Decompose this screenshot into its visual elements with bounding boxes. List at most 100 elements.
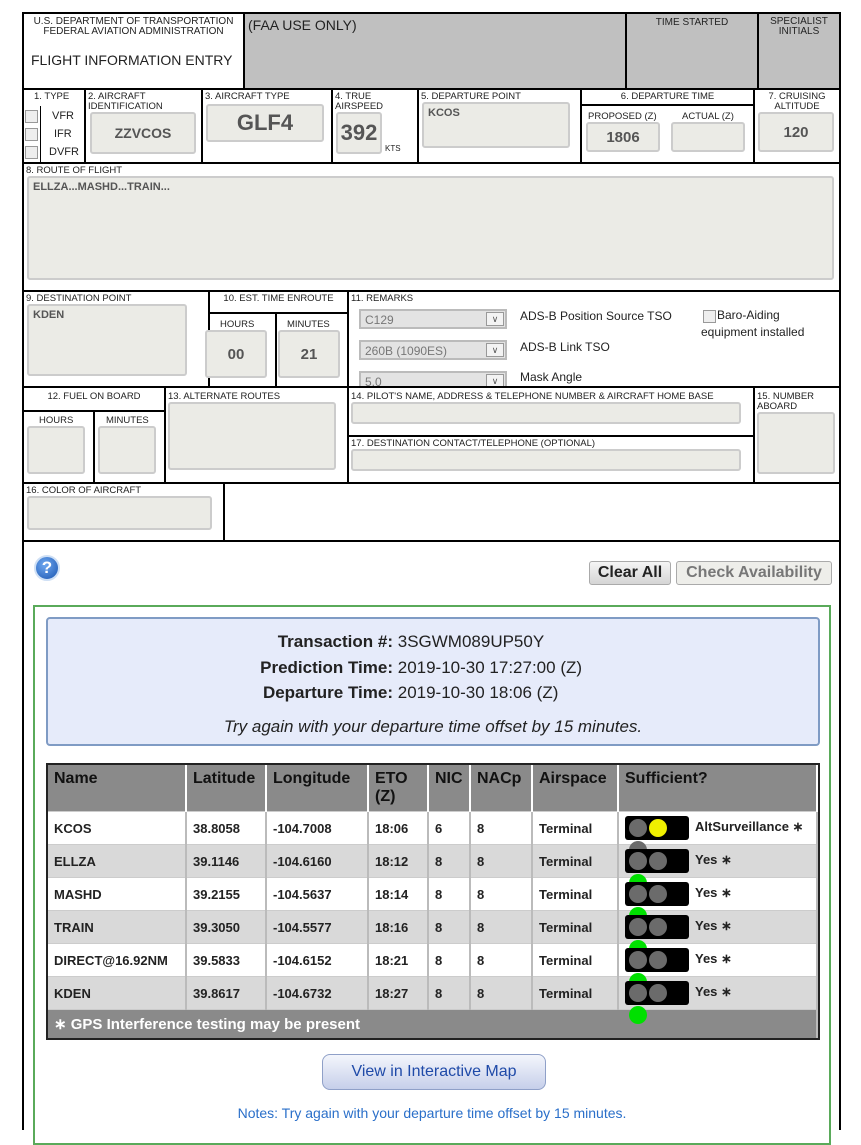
light-lamp — [649, 984, 667, 1002]
destination-input[interactable]: KDEN — [27, 304, 187, 376]
color-input[interactable] — [27, 496, 212, 530]
prediction-label: Prediction Time: — [260, 657, 393, 677]
airspeed-label: 4. TRUE AIRSPEED — [335, 91, 384, 112]
cell-eto: 18:14 — [368, 877, 429, 911]
form-title: FLIGHT INFORMATION ENTRY — [31, 52, 233, 68]
cell-sufficient: Yes ∗ — [618, 910, 818, 958]
specialist-initials: SPECIALIST INITIALS — [757, 12, 841, 90]
proposed-time-input[interactable]: 1806 — [586, 122, 660, 152]
route-label: 8. ROUTE OF FLIGHT — [26, 165, 123, 176]
aircraft-id-input[interactable]: ZZVCOS — [90, 112, 196, 154]
cell-lon: -104.5577 — [266, 910, 369, 944]
link-tso-select[interactable]: 260B (1090ES) ∨ — [359, 340, 507, 360]
route-input[interactable]: ELLZA...MASHD...TRAIN... — [27, 176, 834, 280]
route-value: ELLZA...MASHD...TRAIN... — [33, 181, 170, 193]
cell-eto: 18:06 — [368, 811, 429, 845]
traffic-light-icon — [625, 816, 689, 859]
light-lamp — [629, 918, 647, 936]
cell-eto: 18:16 — [368, 910, 429, 944]
light-lamp — [629, 951, 647, 969]
ifr-checkbox[interactable] — [25, 128, 38, 141]
cell-nacp: 8 — [470, 877, 533, 911]
cell-airspace: Terminal — [532, 910, 619, 944]
alternate-label: 13. ALTERNATE ROUTES — [168, 391, 281, 402]
actual-time-input[interactable] — [671, 122, 745, 152]
aircraft-type-cell: 3. AIRCRAFT TYPE GLF4 — [201, 88, 333, 164]
pilot-cell: 14. PILOT'S NAME, ADDRESS & TELEPHONE NU… — [347, 386, 755, 437]
light-lamp — [649, 852, 667, 870]
ete-label: 10. EST. TIME ENROUTE — [223, 293, 334, 304]
cell-nacp: 8 — [470, 943, 533, 977]
cell-nic: 8 — [428, 844, 471, 878]
table-row: MASHD 39.2155 -104.5637 18:14 8 8 Terminal Yes … — [48, 877, 818, 925]
departure-point-value: KCOS — [428, 107, 460, 119]
pilot-input[interactable] — [351, 402, 741, 424]
time-started: TIME STARTED — [625, 12, 759, 90]
waypoint-table: Name Latitude Longitude ETO (Z) NIC NACp Airsp… — [46, 763, 820, 1040]
clear-all-button[interactable]: Clear All — [589, 561, 671, 585]
cell-lat: 39.3050 — [186, 910, 267, 944]
departure-point-input[interactable]: KCOS — [422, 102, 570, 148]
light-lamp — [649, 918, 667, 936]
ete-minutes-input[interactable]: 21 — [278, 330, 340, 378]
chevron-down-icon: ∨ — [486, 343, 504, 357]
alternate-input[interactable] — [168, 402, 336, 470]
contact-input[interactable] — [351, 449, 741, 471]
altitude-input[interactable]: 120 — [758, 112, 834, 152]
departure-time-label: 6. DEPARTURE TIME — [620, 91, 715, 102]
actual-label: ACTUAL (Z) — [682, 111, 734, 122]
column-header: NIC — [428, 765, 471, 812]
dept: U.S. DEPARTMENT OF TRANSPORTATION FEDERAL… — [24, 17, 243, 37]
cell-name: MASHD — [48, 877, 187, 911]
column-header: NACp — [470, 765, 533, 812]
check-availability-button[interactable]: Check Availability — [676, 561, 832, 585]
cell-name: TRAIN — [48, 910, 187, 944]
column-header: Airspace — [532, 765, 619, 812]
vfr-checkbox[interactable] — [25, 110, 38, 123]
cell-lat: 39.8617 — [186, 976, 267, 1010]
cell-airspace: Terminal — [532, 976, 619, 1010]
traffic-light-icon — [625, 981, 689, 1024]
form-header: U.S. DEPARTMENT OF TRANSPORTATION FEDERAL… — [22, 12, 245, 90]
cell-eto: 18:12 — [368, 844, 429, 878]
light-lamp — [649, 819, 667, 837]
cell-lat: 38.8058 — [186, 811, 267, 845]
cell-lon: -104.6152 — [266, 943, 369, 977]
departure-value: 2019-10-30 18:06 (Z) — [397, 683, 559, 702]
status-text: Yes ∗ — [695, 984, 732, 1000]
transaction-info: Transaction #: 3SGWM089UP50Y Prediction … — [46, 617, 820, 746]
proposed-label: PROPOSED (Z) — [588, 111, 657, 122]
light-lamp — [629, 1006, 647, 1024]
view-map-button[interactable]: View in Interactive Map — [322, 1054, 546, 1090]
cell-airspace: Terminal — [532, 943, 619, 977]
status-text: Yes ∗ — [695, 951, 732, 967]
aboard-input[interactable] — [757, 412, 835, 474]
cell-nic: 8 — [428, 943, 471, 977]
type-cell: 1. TYPE VFR IFR DVFR — [22, 88, 86, 164]
aircraft-type-input[interactable]: GLF4 — [206, 104, 324, 142]
fuel-minutes-label: MINUTES — [106, 415, 149, 426]
pilot-label: 14. PILOT'S NAME, ADDRESS & TELEPHONE NU… — [351, 391, 714, 402]
fuel-hours-input[interactable] — [27, 426, 85, 474]
link-tso-value: 260B (1090ES) — [365, 344, 448, 358]
position-source-select[interactable]: C129 ∨ — [359, 309, 507, 329]
status-text: AltSurveillance ∗ — [695, 819, 804, 835]
status-text: Yes ∗ — [695, 885, 732, 901]
status-text: Yes ∗ — [695, 918, 732, 934]
fuel-minutes-input[interactable] — [98, 426, 156, 474]
departure-point-cell: 5. DEPARTURE POINT KCOS — [417, 88, 582, 164]
fuel-label: 12. FUEL ON BOARD — [47, 391, 141, 402]
aboard-cell: 15. NUMBER ABOARD — [753, 386, 841, 484]
contact-label: 17. DESTINATION CONTACT/TELEPHONE (OPTIO… — [351, 438, 596, 449]
airspeed-input[interactable]: 392 — [336, 112, 382, 154]
ete-hours-input[interactable]: 00 — [205, 330, 267, 378]
help-icon[interactable]: ? — [34, 555, 60, 581]
dvfr-label: DVFR — [49, 146, 79, 158]
cell-nic: 8 — [428, 877, 471, 911]
dvfr-checkbox[interactable] — [25, 146, 38, 159]
contact-cell: 17. DESTINATION CONTACT/TELEPHONE (OPTIO… — [347, 435, 755, 484]
ete-hours-label: HOURS — [220, 319, 255, 330]
remarks-label: 11. REMARKS — [351, 293, 414, 304]
cell-nacp: 8 — [470, 976, 533, 1010]
light-lamp — [629, 819, 647, 837]
